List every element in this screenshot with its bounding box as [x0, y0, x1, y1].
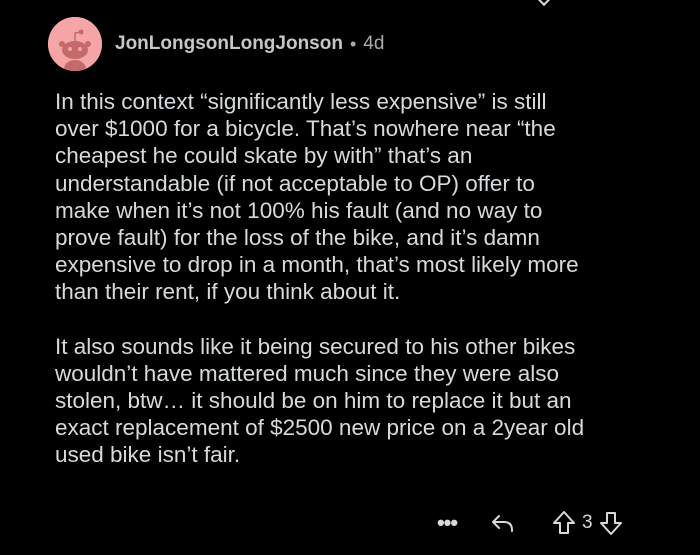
comment-header: JonLongsonLongJonson • 4d: [48, 17, 384, 71]
comment-actions: ••• 3: [432, 508, 623, 538]
snoo-avatar-icon: [48, 17, 102, 71]
upvote-button[interactable]: [552, 510, 576, 536]
comment-paragraph-1: In this context “significantly less expe…: [55, 89, 579, 305]
comment: JonLongsonLongJonson • 4d In this contex…: [0, 0, 700, 555]
more-options-button[interactable]: •••: [432, 512, 462, 534]
avatar[interactable]: [48, 17, 102, 71]
comment-paragraph-2: It also sounds like it being secured to …: [55, 333, 585, 468]
comment-age: 4d: [363, 33, 385, 54]
meta-separator: •: [349, 33, 357, 54]
downvote-button[interactable]: [599, 510, 623, 536]
upvote-arrow-icon: [553, 511, 575, 534]
vote-count: 3: [582, 512, 593, 533]
reply-arrow-icon: [492, 515, 513, 532]
comment-body: In this context “significantly less expe…: [55, 88, 695, 469]
reply-button[interactable]: [490, 511, 516, 535]
downvote-arrow-icon: [599, 512, 622, 535]
comment-author[interactable]: JonLongsonLongJonson: [115, 33, 343, 55]
